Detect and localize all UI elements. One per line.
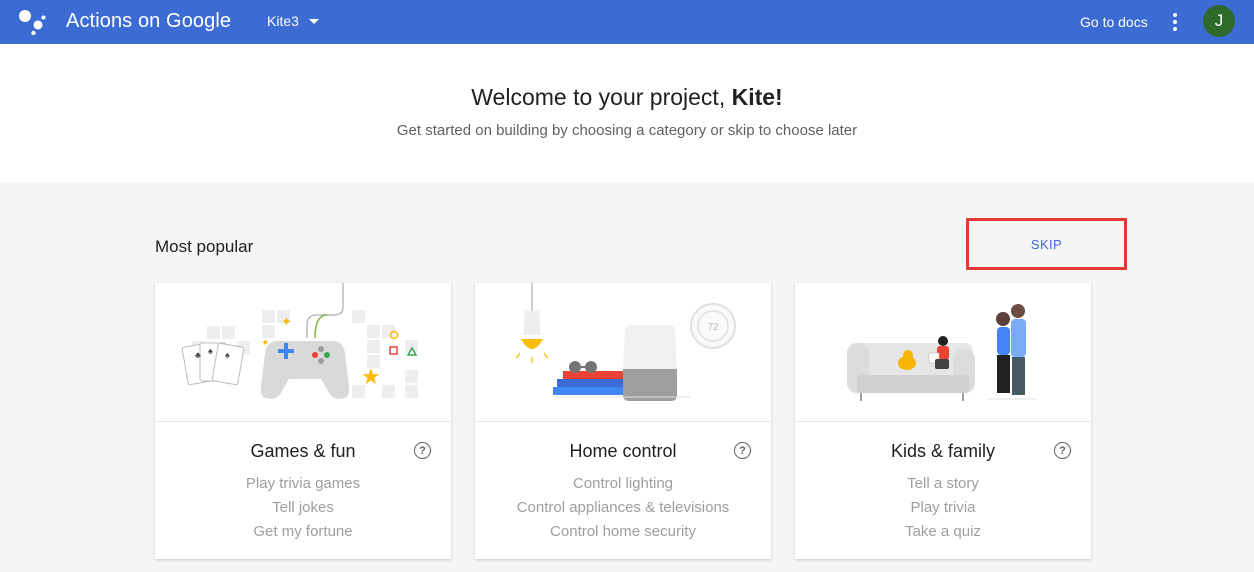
example-item: Control home security (550, 523, 696, 540)
example-item: Tell jokes (272, 499, 334, 516)
google-assistant-logo-icon[interactable] (18, 9, 46, 35)
skip-button[interactable]: SKIP (966, 218, 1127, 270)
example-item: Take a quiz (905, 523, 981, 540)
games-illustration: ♣ ♠ ♠ ✦ ✦ ★ (155, 283, 451, 422)
welcome-subtitle: Get started on building by choosing a ca… (396, 122, 858, 139)
card-examples: Tell a story Play trivia Take a quiz (795, 472, 1091, 544)
family-sofa-icon (847, 304, 1037, 401)
example-item: Tell a story (907, 475, 979, 492)
section-title: Most popular (155, 237, 254, 256)
app-title: Actions on Google (66, 10, 232, 32)
category-card-kids-family[interactable]: Kids & family ? Tell a story Play trivia… (795, 283, 1091, 559)
card-examples: Play trivia games Tell jokes Get my fort… (155, 472, 451, 544)
thermostat-readout: 72 (707, 322, 719, 333)
go-to-docs-link[interactable]: Go to docs (1080, 14, 1148, 30)
svg-text:✦: ✦ (261, 338, 269, 349)
home-control-illustration: 72 (475, 283, 771, 422)
top-app-bar: Actions on Google Kite3 Go to docs J (0, 0, 1254, 44)
help-icon[interactable]: ? (414, 442, 431, 459)
welcome-title-prefix: Welcome to your project, (471, 84, 732, 110)
project-selector[interactable]: Kite3 (267, 13, 319, 29)
example-item: Get my fortune (253, 523, 353, 540)
card-title: Kids & family (890, 441, 996, 461)
card-examples: Control lighting Control appliances & te… (475, 472, 771, 544)
svg-text:★: ★ (361, 364, 381, 389)
welcome-header: Welcome to your project, Kite! Get start… (0, 44, 1254, 183)
avatar[interactable]: J (1203, 5, 1235, 37)
example-item: Play trivia (910, 499, 976, 516)
category-card-home-control[interactable]: 72 Home control ? Control lighting Contr… (475, 283, 771, 559)
category-card-games[interactable]: ♣ ♠ ♠ ✦ ✦ ★ Games & fun ? Play trivia ga… (155, 283, 451, 559)
welcome-title: Welcome to your project, Kite! (0, 84, 1254, 111)
svg-text:♣: ♣ (195, 350, 201, 360)
svg-text:♠: ♠ (208, 346, 213, 356)
example-item: Control appliances & televisions (516, 499, 730, 516)
project-name: Kite3 (267, 13, 299, 29)
kids-family-illustration (795, 283, 1091, 422)
card-title: Home control (569, 441, 677, 461)
game-controller-icon: ♣ ♠ ♠ ✦ ✦ ★ (181, 283, 418, 399)
help-icon[interactable]: ? (1054, 442, 1071, 459)
welcome-project-name: Kite! (731, 84, 783, 110)
svg-text:♠: ♠ (225, 350, 230, 360)
chevron-down-icon (308, 18, 319, 24)
help-icon[interactable]: ? (734, 442, 751, 459)
example-item: Play trivia games (245, 475, 361, 492)
smart-speaker-icon: 72 (515, 283, 736, 401)
example-item: Control lighting (572, 475, 674, 492)
svg-text:✦: ✦ (281, 314, 292, 329)
card-title: Games & fun (250, 441, 356, 461)
more-vert-icon[interactable] (1168, 12, 1182, 32)
